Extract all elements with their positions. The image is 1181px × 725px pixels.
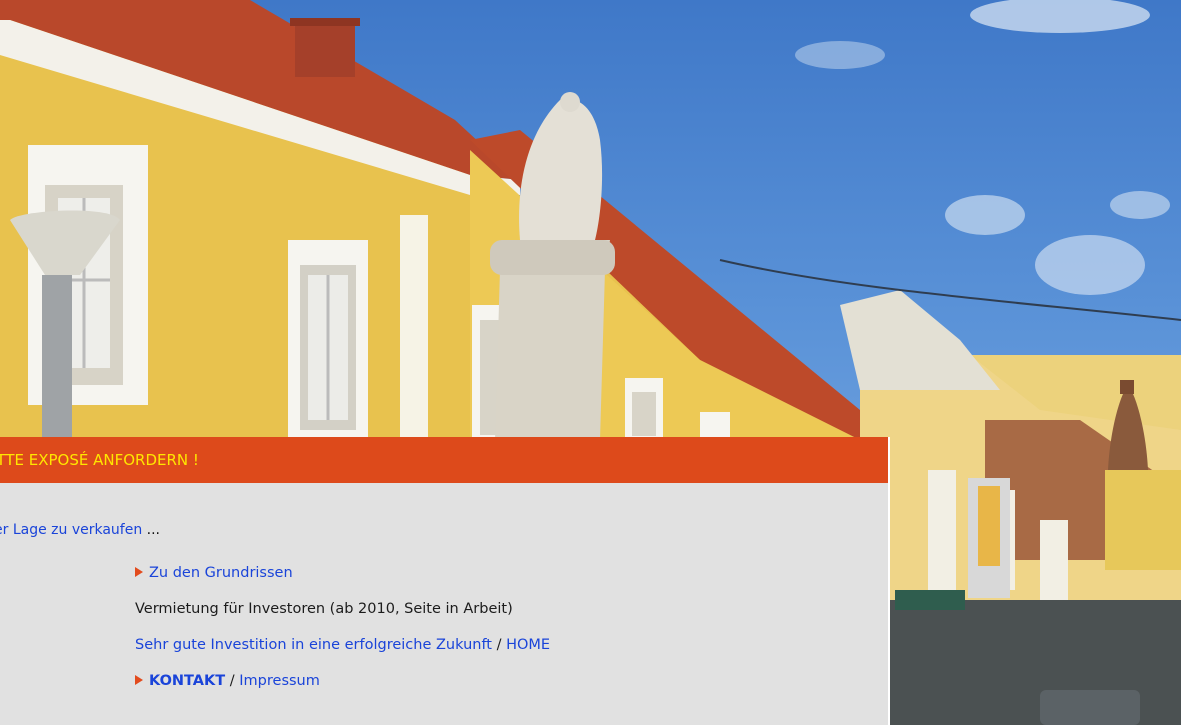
panel-header-bar: ITTE EXPOSÉ ANFORDERN !	[0, 437, 888, 483]
info-panel: ITTE EXPOSÉ ANFORDERN ! er Lage zu verka…	[0, 437, 890, 725]
menu-separator: /	[225, 673, 240, 689]
menu-item-kontakt: KONTAKT / Impressum	[135, 672, 550, 708]
page: ITTE EXPOSÉ ANFORDERN ! er Lage zu verka…	[0, 0, 1181, 725]
intro-link[interactable]: er Lage zu verkaufen	[0, 522, 142, 538]
investition-link[interactable]: Sehr gute Investition in eine erfolgreic…	[135, 637, 492, 653]
menu-item-investition: Sehr gute Investition in eine erfolgreic…	[135, 636, 550, 672]
menu-item-grundrisse: Zu den Grundrissen	[135, 564, 550, 600]
grundrisse-link[interactable]: Zu den Grundrissen	[149, 565, 293, 581]
menu-item-vermietung: Vermietung für Investoren (ab 2010, Seit…	[135, 600, 550, 636]
vermietung-text: Vermietung für Investoren (ab 2010, Seit…	[135, 601, 513, 617]
intro-text: er Lage zu verkaufen ...	[0, 522, 160, 538]
intro-suffix: ...	[142, 522, 161, 538]
arrow-right-icon	[135, 567, 143, 577]
home-link[interactable]: HOME	[506, 637, 550, 653]
menu-list: Zu den Grundrissen Vermietung für Invest…	[135, 564, 550, 708]
impressum-link[interactable]: Impressum	[239, 673, 320, 689]
arrow-right-icon	[135, 675, 143, 685]
panel-header-title: ITTE EXPOSÉ ANFORDERN !	[0, 451, 199, 469]
kontakt-link[interactable]: KONTAKT	[149, 673, 225, 689]
menu-separator: /	[491, 637, 507, 653]
